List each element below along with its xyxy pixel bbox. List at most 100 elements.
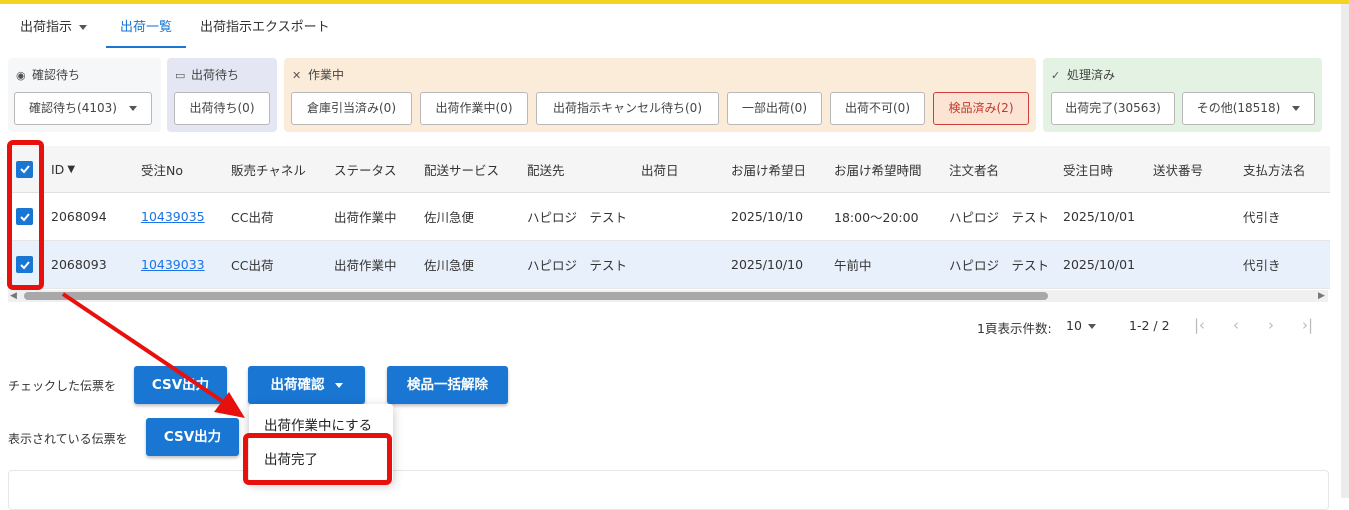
status-group-working: ✕ 作業中 倉庫引当済み(0) 出荷作業中(0) 出荷指示キャンセル待ち(0) 一… <box>284 58 1036 132</box>
status-select-other[interactable]: その他(18518) <box>1182 92 1315 125</box>
tab-bar: 出荷指示 出荷一覧 出荷指示エクスポート <box>0 10 1335 48</box>
cell-delivery-service: 佐川急便 <box>424 258 475 273</box>
table-row[interactable]: 2068094 10439035 CC出荷 出荷作業中 佐川急便 ハピロジ テス… <box>8 193 1330 241</box>
tools-icon: ✕ <box>292 69 302 82</box>
column-header[interactable]: 注文者名 <box>949 146 999 192</box>
check-circle-icon: ✓ <box>1051 69 1061 82</box>
chevron-down-icon <box>334 382 343 388</box>
column-header[interactable]: 販売チャネル <box>231 146 306 192</box>
page-scrollbar[interactable] <box>1341 4 1349 498</box>
menu-item-highlight-box <box>243 433 392 485</box>
order-number-link[interactable]: 10439033 <box>141 241 205 288</box>
table-horizontal-scrollbar[interactable]: ◀ ▶ <box>8 290 1328 302</box>
column-header-label: ID <box>51 161 65 177</box>
status-button-allocated[interactable]: 倉庫引当済み(0) <box>291 92 412 125</box>
scrollbar-thumb[interactable] <box>24 292 1048 300</box>
group-title: ◉ 確認待ち <box>16 66 80 83</box>
order-number-link[interactable]: 10439035 <box>141 193 205 240</box>
tab-shipping-export[interactable]: 出荷指示エクスポート <box>200 10 330 48</box>
column-header[interactable]: お届け希望日 <box>731 146 806 192</box>
cell-channel: CC出荷 <box>231 210 274 225</box>
column-header[interactable]: 出荷日 <box>641 146 679 192</box>
cell-desired-date: 2025/10/10 <box>731 257 804 272</box>
eye-icon: ◉ <box>16 69 26 82</box>
cell-id: 2068093 <box>51 257 107 272</box>
first-page-icon[interactable]: |‹ <box>1194 316 1205 334</box>
status-select-confirm[interactable]: 確認待ち(4103) <box>14 92 152 125</box>
cell-destination: ハピロジ テスト <box>527 210 628 225</box>
checkbox-highlight-box <box>7 140 44 290</box>
csv-export-displayed-button[interactable]: CSV出力 <box>146 418 239 456</box>
cell-desired-date: 2025/10/10 <box>731 209 804 224</box>
status-group-done: ✓ 処理済み 出荷完了(30563) その他(18518) <box>1043 58 1322 132</box>
scroll-left-icon[interactable]: ◀ <box>10 290 17 302</box>
group-title: ▭ 出荷待ち <box>175 66 239 83</box>
cell-payment-method: 代引き <box>1243 258 1281 273</box>
bulk-release-inspection-button[interactable]: 検品一括解除 <box>387 366 508 404</box>
column-header[interactable]: お届け希望時間 <box>834 146 922 192</box>
group-title-label: 作業中 <box>308 68 345 82</box>
column-header[interactable]: ステータス <box>334 146 397 192</box>
group-title: ✕ 作業中 <box>292 66 344 83</box>
per-page-value: 10 <box>1066 318 1082 333</box>
column-header[interactable]: 配送サービス <box>424 146 499 192</box>
status-button-cancel-waiting[interactable]: 出荷指示キャンセル待ち(0) <box>536 92 719 125</box>
status-group-confirm: ◉ 確認待ち 確認待ち(4103) <box>8 58 161 132</box>
status-select-label: その他(18518) <box>1196 101 1281 115</box>
chevron-down-icon <box>1087 324 1096 329</box>
table-header: ID ▼ 受注No 販売チャネル ステータス 配送サービス 配送先 出荷日 お届け… <box>8 146 1330 193</box>
cell-customer-name: ハピロジ テスト <box>949 210 1050 225</box>
truck-icon: ▭ <box>175 69 186 82</box>
displayed-slips-label: 表示されている伝票を <box>8 432 128 446</box>
cell-order-date: 2025/10/01 <box>1063 209 1136 224</box>
shipping-confirm-dropdown-button[interactable]: 出荷確認 <box>248 366 365 404</box>
cell-channel: CC出荷 <box>231 258 274 273</box>
group-title-label: 出荷待ち <box>191 68 240 82</box>
status-button-in-progress[interactable]: 出荷作業中(0) <box>420 92 528 125</box>
csv-export-checked-button[interactable]: CSV出力 <box>134 366 227 404</box>
group-title-label: 確認待ち <box>32 68 81 82</box>
per-page-select[interactable]: 10 <box>1066 318 1096 333</box>
status-group-waiting: ▭ 出荷待ち 出荷待ち(0) <box>167 58 277 132</box>
cell-desired-time: 午前中 <box>834 258 872 273</box>
column-header[interactable]: 受注No <box>141 146 183 192</box>
status-button-partial[interactable]: 一部出荷(0) <box>727 92 822 125</box>
cell-customer-name: ハピロジ テスト <box>949 258 1050 273</box>
sort-desc-icon: ▼ <box>67 163 76 175</box>
status-button-unshippable[interactable]: 出荷不可(0) <box>830 92 925 125</box>
per-page-label: 1頁表示件数: <box>977 321 1052 336</box>
column-header[interactable]: 配送先 <box>527 146 565 192</box>
cell-status: 出荷作業中 <box>334 210 397 225</box>
cell-status: 出荷作業中 <box>334 258 397 273</box>
status-button-waiting[interactable]: 出荷待ち(0) <box>174 92 270 125</box>
content-panel <box>8 470 1329 510</box>
tab-shipping-instructions[interactable]: 出荷指示 <box>20 10 88 48</box>
status-button-shipped[interactable]: 出荷完了(30563) <box>1051 92 1175 125</box>
tab-shipping-list[interactable]: 出荷一覧 <box>106 10 187 48</box>
status-button-inspected[interactable]: 検品済み(2) <box>933 92 1029 125</box>
cell-order-date: 2025/10/01 <box>1063 257 1136 272</box>
chevron-down-icon <box>79 25 88 30</box>
next-page-icon[interactable]: › <box>1268 316 1274 334</box>
status-select-label: 確認待ち(4103) <box>29 101 117 115</box>
column-header-id[interactable]: ID ▼ <box>51 146 75 192</box>
group-title: ✓ 処理済み <box>1051 66 1115 83</box>
column-header[interactable]: 支払方法名 <box>1243 146 1306 192</box>
cell-destination: ハピロジ テスト <box>527 258 628 273</box>
scroll-right-icon[interactable]: ▶ <box>1318 290 1325 302</box>
column-header[interactable]: 受注日時 <box>1063 146 1113 192</box>
tab-label: 出荷指示 <box>20 20 73 35</box>
chevron-down-icon <box>128 106 137 111</box>
last-page-icon[interactable]: ›| <box>1302 316 1313 334</box>
cell-id: 2068094 <box>51 209 107 224</box>
top-accent-bar <box>0 0 1349 4</box>
page-range: 1-2 / 2 <box>1129 318 1170 333</box>
cell-delivery-service: 佐川急便 <box>424 210 475 225</box>
group-title-label: 処理済み <box>1067 68 1116 82</box>
table-row[interactable]: 2068093 10439033 CC出荷 出荷作業中 佐川急便 ハピロジ テス… <box>8 241 1330 289</box>
chevron-down-icon <box>1292 106 1301 111</box>
dropdown-label: 出荷確認 <box>270 377 325 393</box>
prev-page-icon[interactable]: ‹ <box>1233 316 1239 334</box>
cell-payment-method: 代引き <box>1243 210 1281 225</box>
column-header[interactable]: 送状番号 <box>1153 146 1203 192</box>
